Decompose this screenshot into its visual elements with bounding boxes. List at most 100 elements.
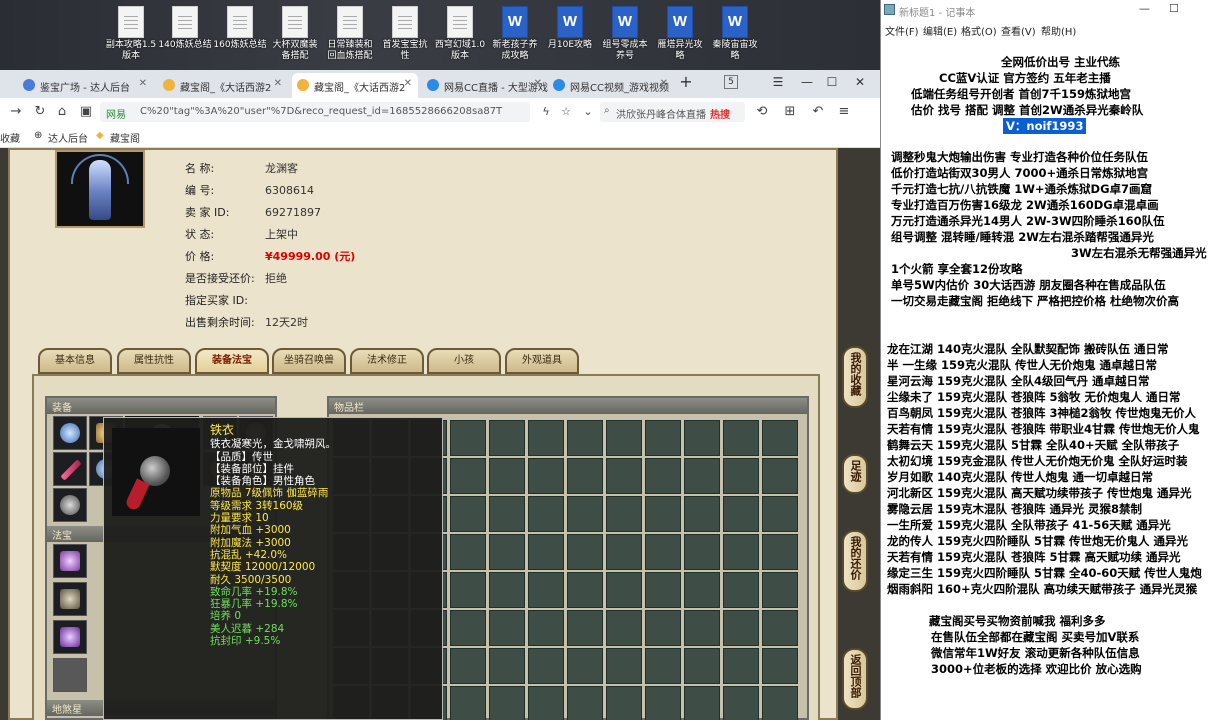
inventory-cell[interactable] — [489, 534, 525, 570]
tab-count-badge[interactable]: 5 — [724, 75, 738, 89]
close-icon[interactable]: ✕ — [139, 78, 147, 89]
inventory-cell[interactable] — [606, 458, 642, 494]
inventory-cell[interactable] — [762, 534, 798, 570]
inventory-cell[interactable] — [762, 610, 798, 646]
desktop-icon[interactable]: 首发宝宝抗 性 — [378, 6, 432, 62]
desktop-icon[interactable]: 西穹幻域1.0 版本 — [433, 6, 487, 62]
inventory-cell[interactable] — [645, 572, 681, 608]
desktop-icon[interactable]: 副本攻略1.5 版本 — [104, 6, 158, 62]
inventory-cell[interactable] — [567, 420, 603, 456]
inventory-cell[interactable] — [528, 648, 564, 684]
inventory-cell[interactable] — [489, 496, 525, 532]
inventory-cell[interactable] — [684, 648, 720, 684]
new-tab-button[interactable]: + — [674, 72, 698, 92]
close-icon[interactable]: ✕ — [404, 78, 412, 89]
fabao-slot-2[interactable] — [53, 582, 87, 616]
menu-format[interactable]: 格式(O) — [961, 23, 997, 38]
inventory-cell[interactable] — [723, 572, 759, 608]
tab-mounts-pets[interactable]: 坐骑召唤兽 — [272, 348, 346, 374]
inventory-cell[interactable] — [567, 686, 603, 720]
inventory-cell[interactable] — [450, 648, 486, 684]
menu-file[interactable]: 文件(F) — [885, 23, 919, 38]
close-window-button[interactable]: ✕ — [848, 72, 872, 92]
close-icon[interactable]: ✕ — [534, 78, 542, 89]
star-icon[interactable]: ☆ — [556, 102, 576, 122]
inventory-cell[interactable] — [723, 610, 759, 646]
inventory-cell[interactable] — [762, 572, 798, 608]
inventory-cell[interactable] — [450, 572, 486, 608]
inventory-cell[interactable] — [723, 420, 759, 456]
inventory-cell[interactable] — [528, 572, 564, 608]
grid-icon[interactable]: ⊞ — [780, 102, 800, 122]
fabao-slot-4[interactable] — [53, 658, 87, 692]
menu-icon[interactable]: ☰ — [766, 72, 790, 92]
reload-icon[interactable]: ↻ — [30, 102, 50, 122]
address-bar[interactable]: 网易 C%20"tag"%3A%20"user"%7D&reco_request… — [100, 102, 530, 122]
forward-icon[interactable]: → — [6, 102, 26, 122]
tab-equipment[interactable]: 装备法宝 — [195, 348, 269, 374]
equip-slot-pendant[interactable] — [53, 488, 87, 522]
undo-icon[interactable]: ↶ — [808, 102, 828, 122]
inventory-cell[interactable] — [645, 496, 681, 532]
inventory-cell[interactable] — [645, 534, 681, 570]
bookmark-daren[interactable]: 达人后台 — [48, 130, 88, 145]
inventory-cell[interactable] — [528, 534, 564, 570]
inventory-cell[interactable] — [723, 534, 759, 570]
tab-1[interactable]: 藏宝阁_《大话西游2 ✕ — [158, 73, 288, 98]
inventory-cell[interactable] — [762, 420, 798, 456]
menu-help[interactable]: 帮助(H) — [1041, 23, 1076, 38]
inventory-cell[interactable] — [450, 534, 486, 570]
desktop-icon[interactable]: 新老孩子养 成攻略 — [488, 6, 542, 62]
inventory-cell[interactable] — [606, 648, 642, 684]
inventory-cell[interactable] — [606, 496, 642, 532]
equip-slot-helmet[interactable] — [53, 416, 87, 450]
desktop-icon[interactable]: 秦陵宙宙攻 略 — [708, 6, 762, 62]
maximize-button[interactable]: ☐ — [820, 72, 844, 92]
inventory-cell[interactable] — [567, 496, 603, 532]
inventory-cell[interactable] — [645, 610, 681, 646]
minimize-button[interactable]: — — [795, 72, 819, 92]
inventory-cell[interactable] — [645, 686, 681, 720]
inventory-cell[interactable] — [450, 496, 486, 532]
desktop-icon[interactable]: 月10E攻略 — [543, 6, 597, 51]
inventory-cell[interactable] — [450, 420, 486, 456]
inventory-cell[interactable] — [489, 420, 525, 456]
my-favorites-button[interactable]: 我的收藏 — [842, 346, 868, 408]
menu-view[interactable]: 查看(V) — [1001, 23, 1036, 38]
tab-3[interactable]: 网易CC直播 - 大型游戏 ✕ — [422, 73, 548, 98]
inventory-cell[interactable] — [567, 534, 603, 570]
desktop-icon[interactable]: 160炼妖总结 — [213, 6, 267, 51]
inventory-cell[interactable] — [489, 686, 525, 720]
notepad-text-area[interactable]: 全网低价出号 主业代练 CC蓝V认证 官方签约 五年老主播 低端任务组号开创者 首创… — [881, 38, 1210, 720]
inventory-cell[interactable] — [528, 686, 564, 720]
inventory-cell[interactable] — [450, 458, 486, 494]
desktop-icon[interactable]: 组号零成本 养号 — [598, 6, 652, 62]
inventory-cell[interactable] — [684, 496, 720, 532]
fabao-slot-1[interactable] — [53, 544, 87, 578]
tab-appearance[interactable]: 外观道具 — [505, 348, 579, 374]
inventory-cell[interactable] — [684, 420, 720, 456]
tab-spells[interactable]: 法术修正 — [350, 348, 424, 374]
search-input[interactable]: ⌕ 洪欣张丹峰合体直播 热搜 — [600, 102, 745, 122]
minimize-button[interactable]: — — [1139, 2, 1150, 15]
bookmark-favorites[interactable]: 收藏 — [0, 130, 20, 145]
inventory-cell[interactable] — [723, 648, 759, 684]
inventory-cell[interactable] — [528, 420, 564, 456]
inventory-cell[interactable] — [606, 534, 642, 570]
inventory-cell[interactable] — [684, 610, 720, 646]
inventory-cell[interactable] — [567, 648, 603, 684]
inventory-cell[interactable] — [606, 572, 642, 608]
desktop-icon[interactable]: 日常臻装和 回血炼搭配 — [323, 6, 377, 62]
inventory-cell[interactable] — [606, 686, 642, 720]
maximize-button[interactable]: ☐ — [1169, 2, 1179, 15]
inventory-cell[interactable] — [762, 496, 798, 532]
inventory-cell[interactable] — [489, 610, 525, 646]
chevron-down-icon[interactable]: ⌄ — [578, 102, 598, 122]
inventory-cell[interactable] — [645, 420, 681, 456]
briefcase-icon[interactable]: ▣ — [76, 102, 96, 122]
tab-4[interactable]: 网易CC视频_游戏视频 ✕ — [548, 73, 674, 98]
inventory-cell[interactable] — [528, 496, 564, 532]
equip-slot-staff[interactable] — [53, 452, 87, 486]
bookmark-cangbaoge[interactable]: 藏宝阁 — [110, 130, 140, 145]
inventory-cell[interactable] — [528, 458, 564, 494]
